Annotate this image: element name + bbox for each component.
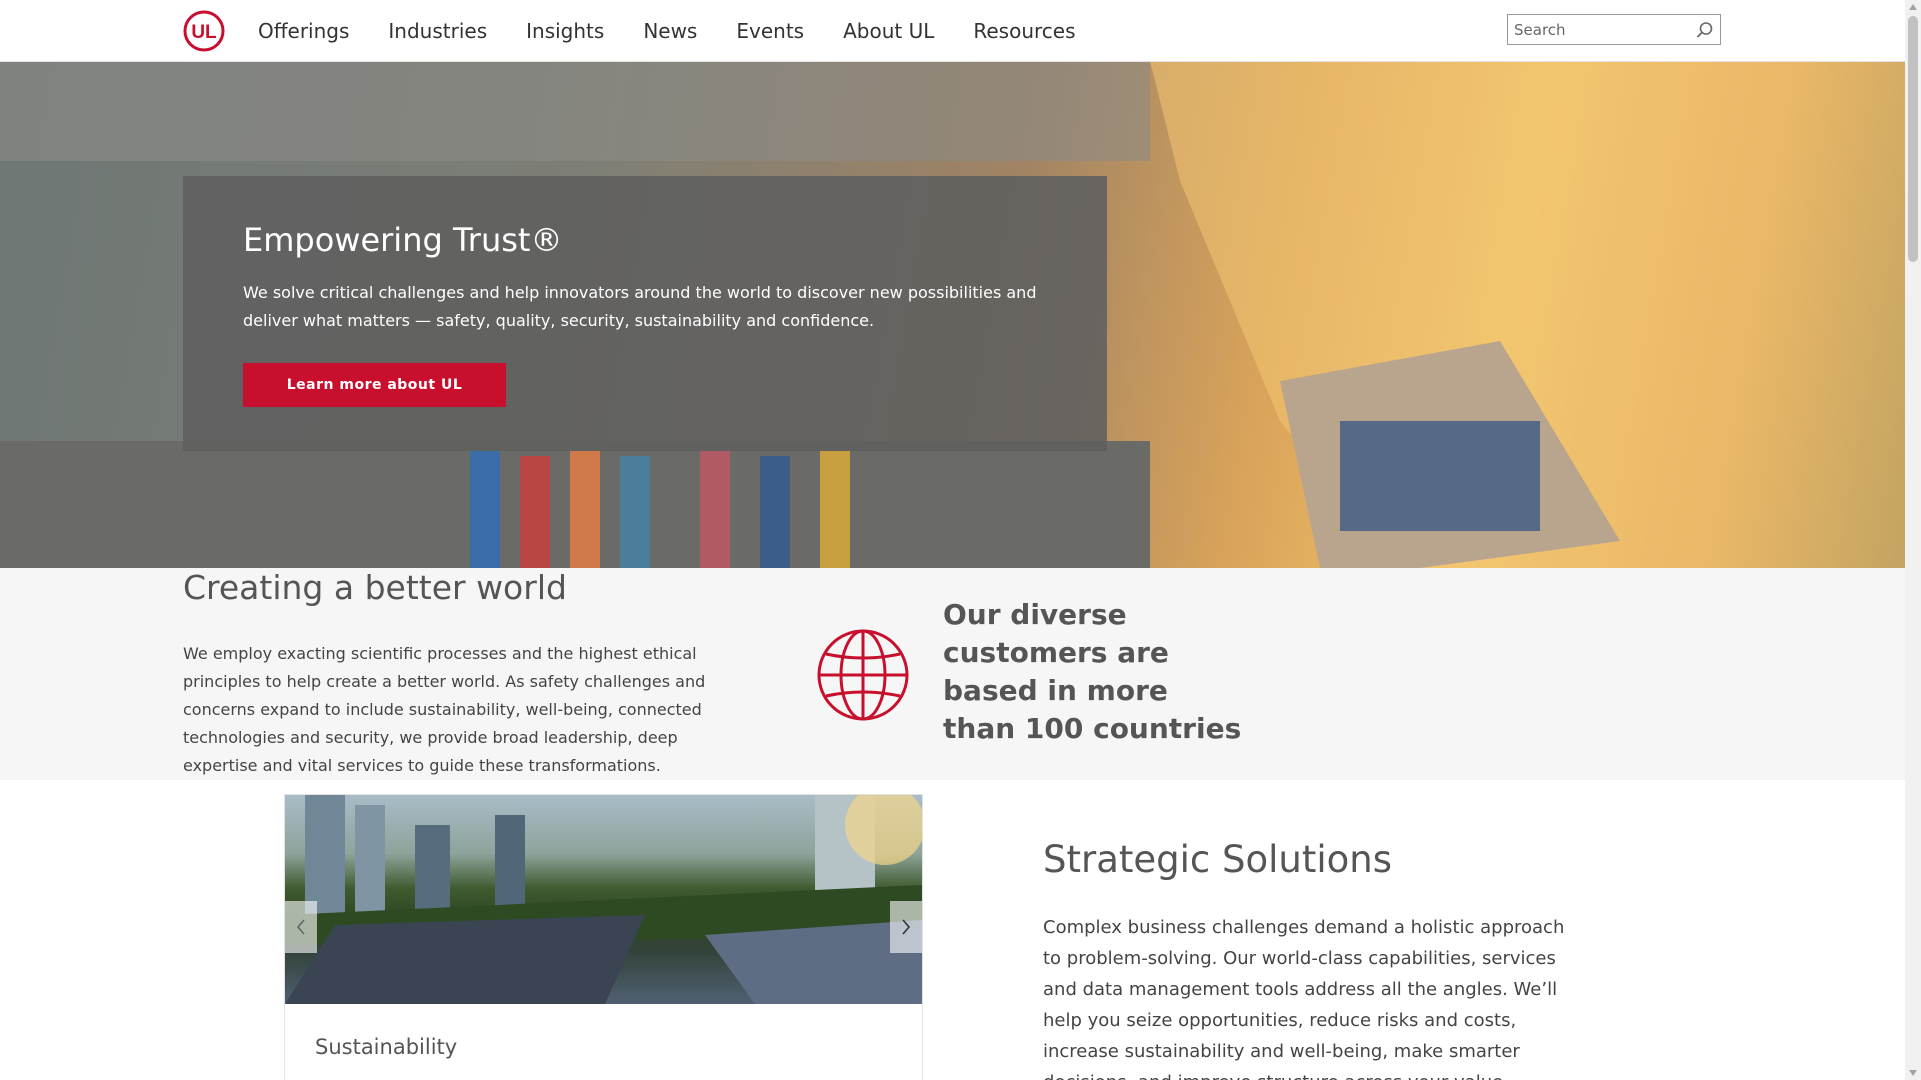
strategic-solutions-body: Complex business challenges demand a hol… <box>1043 904 1603 1080</box>
carousel-caption[interactable]: Sustainability <box>315 1035 457 1059</box>
nav-item-offerings[interactable]: Offerings <box>258 19 349 43</box>
scroll-up-arrow-icon[interactable] <box>1909 4 1917 10</box>
solutions-carousel: Sustainability <box>284 794 923 1080</box>
svg-text:UL: UL <box>191 22 217 43</box>
scroll-thumb[interactable] <box>1908 16 1918 262</box>
sustainability-image <box>285 795 922 1004</box>
page-scrollbar[interactable] <box>1905 0 1921 1080</box>
site-header: UL Offerings Industries Insights News Ev… <box>0 0 1905 62</box>
ul-logo-icon[interactable]: UL <box>183 10 225 52</box>
hero-text: We solve critical challenges and help in… <box>243 283 1037 330</box>
hero-title: Empowering Trust® <box>243 221 563 259</box>
scroll-down-arrow-icon[interactable] <box>1909 1070 1917 1076</box>
better-world-title: Creating a better world <box>183 568 567 607</box>
search-input[interactable] <box>1508 15 1700 44</box>
search-icon[interactable] <box>1696 21 1714 39</box>
hero-panel: Empowering Trust® We solve critical chal… <box>183 176 1107 451</box>
better-world-section: Creating a better world We employ exacti… <box>0 568 1905 780</box>
carousel-next-button[interactable] <box>890 901 922 953</box>
strategic-solutions-title: Strategic Solutions <box>1043 838 1393 881</box>
search-box <box>1507 14 1721 45</box>
nav-item-insights[interactable]: Insights <box>526 19 604 43</box>
nav-item-resources[interactable]: Resources <box>973 19 1075 43</box>
learn-more-button[interactable]: Learn more about UL <box>243 363 506 407</box>
nav-item-news[interactable]: News <box>643 19 697 43</box>
carousel-prev-button[interactable] <box>285 901 317 953</box>
better-world-text: We employ exacting scientific processes … <box>183 644 706 775</box>
chevron-right-icon <box>902 919 911 935</box>
strategic-solutions-text: Complex business challenges demand a hol… <box>1043 917 1565 1080</box>
globe-icon <box>817 629 909 721</box>
hero-banner: Empowering Trust® We solve critical chal… <box>0 61 1905 568</box>
customers-stat: Our diverse customers are based in more … <box>943 598 1242 745</box>
nav-item-industries[interactable]: Industries <box>388 19 487 43</box>
nav-item-events[interactable]: Events <box>736 19 804 43</box>
main-nav: Offerings Industries Insights News Event… <box>258 0 1115 61</box>
chevron-left-icon <box>296 919 305 935</box>
nav-item-about-ul[interactable]: About UL <box>843 19 934 43</box>
